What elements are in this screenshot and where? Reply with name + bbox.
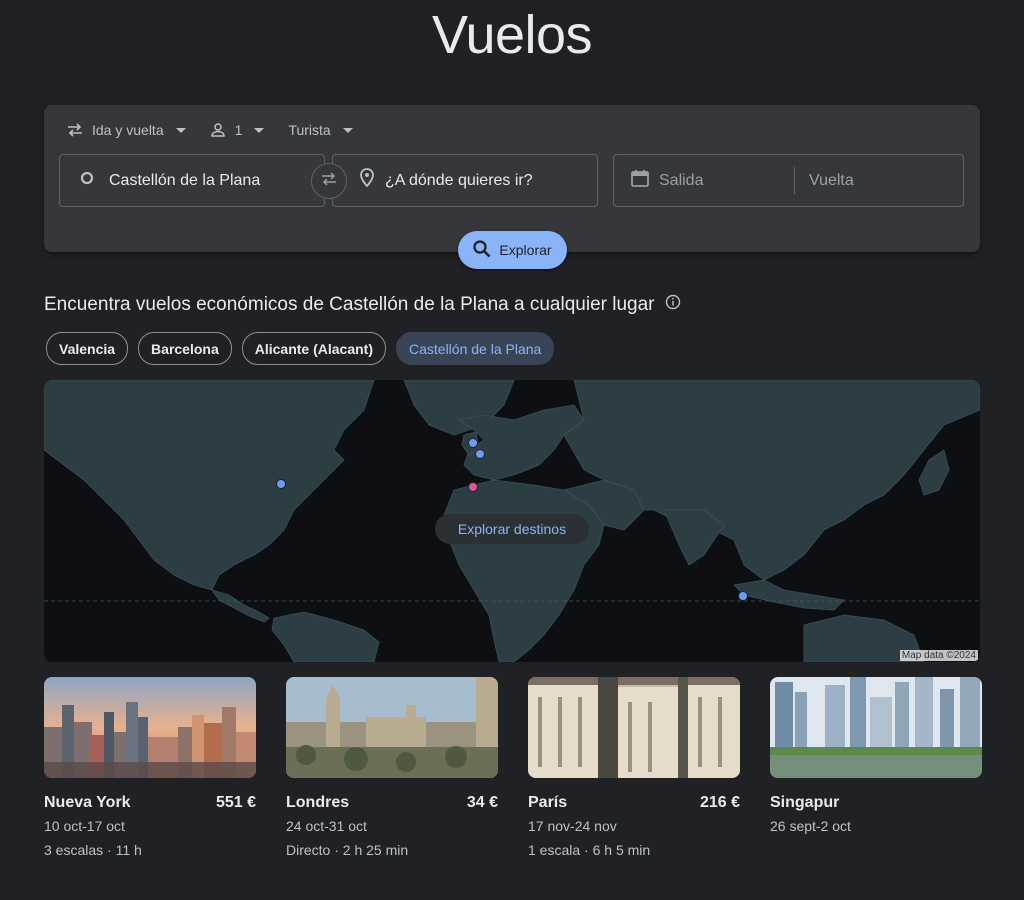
- destination-details: 1 escala · 6 h 5 min: [528, 842, 651, 858]
- dates-field[interactable]: Salida Vuelta: [613, 154, 964, 207]
- cabin-class-label: Turista: [288, 122, 331, 138]
- chevron-down-icon: [254, 127, 265, 133]
- section-title: Encuentra vuelos económicos de Castellón…: [44, 294, 655, 315]
- destination-card-singapore[interactable]: Singapur 26 sept-2 oct: [770, 677, 982, 858]
- search-icon: [473, 239, 491, 261]
- destination-placeholder: ¿A dónde quieres ir?: [385, 171, 533, 189]
- info-icon[interactable]: [665, 294, 681, 316]
- person-icon: [210, 122, 226, 138]
- destination-field[interactable]: ¿A dónde quieres ir?: [332, 154, 598, 207]
- london-image: [286, 677, 498, 778]
- map-pin-singapore[interactable]: [738, 591, 748, 601]
- destination-card-paris[interactable]: París 216 € 17 nov-24 nov 1 escala · 6 h…: [528, 677, 740, 858]
- swap-button[interactable]: [311, 163, 347, 199]
- calendar-icon: [630, 168, 650, 193]
- explore-destinations-button[interactable]: Explorar destinos: [435, 514, 589, 544]
- destination-cards: Nueva York 551 € 10 oct-17 oct 3 escalas…: [44, 677, 982, 858]
- chip-castellon[interactable]: Castellón de la Plana: [396, 332, 555, 365]
- chip-alicante[interactable]: Alicante (Alacant): [241, 332, 386, 365]
- map-pin-paris[interactable]: [475, 449, 485, 459]
- page-title: Vuelos: [431, 5, 593, 65]
- cabin-class-select[interactable]: Turista: [288, 122, 353, 138]
- origin-value: Castellón de la Plana: [109, 171, 261, 189]
- chevron-down-icon: [342, 127, 353, 133]
- destination-details: 3 escalas · 11 h: [44, 842, 142, 858]
- swap-icon: [319, 171, 339, 192]
- origin-chips: Valencia Barcelona Alicante (Alacant) Ca…: [46, 332, 555, 365]
- map-pin-new-york[interactable]: [276, 479, 286, 489]
- destination-price: 216 €: [699, 794, 740, 811]
- destination-price: 34 €: [466, 794, 498, 811]
- section-heading: Encuentra vuelos económicos de Castellón…: [44, 294, 681, 316]
- search-card: Ida y vuelta 1 Turista Castellón de la P…: [44, 105, 980, 252]
- destination-dates: 26 sept-2 oct: [770, 818, 851, 834]
- map-pin-london[interactable]: [468, 438, 478, 448]
- round-trip-icon: [66, 122, 84, 138]
- date-divider: [794, 167, 795, 194]
- destination-card-london[interactable]: Londres 34 € 24 oct-31 oct Directo · 2 h…: [286, 677, 498, 858]
- trip-type-label: Ida y vuelta: [92, 122, 164, 138]
- location-pin-icon: [359, 168, 375, 193]
- return-date-input[interactable]: Vuelta: [809, 172, 854, 190]
- map-pin-origin: [468, 482, 478, 492]
- destination-city: París: [528, 794, 568, 811]
- paris-image: [528, 677, 740, 778]
- departure-date-input[interactable]: Salida: [659, 172, 794, 190]
- destination-dates: 10 oct-17 oct: [44, 818, 125, 834]
- chevron-down-icon: [175, 127, 186, 133]
- explore-button[interactable]: Explorar: [458, 231, 567, 269]
- destination-city: Nueva York: [44, 794, 131, 811]
- destination-dates: 17 nov-24 nov: [528, 818, 617, 834]
- destination-city: Singapur: [770, 794, 840, 811]
- chip-barcelona[interactable]: Barcelona: [138, 332, 232, 365]
- explore-button-label: Explorar: [499, 242, 552, 258]
- destination-price: 551 €: [215, 794, 256, 811]
- destination-dates: 24 oct-31 oct: [286, 818, 367, 834]
- trip-options: Ida y vuelta 1 Turista: [66, 119, 353, 141]
- chip-valencia[interactable]: Valencia: [46, 332, 129, 365]
- map-attribution: Map data ©2024: [899, 650, 978, 661]
- trip-type-select[interactable]: Ida y vuelta: [66, 122, 186, 138]
- destination-details: Directo · 2 h 25 min: [286, 842, 409, 858]
- new-york-image: [44, 677, 256, 778]
- singapore-image: [770, 677, 982, 778]
- destinations-map[interactable]: Explorar destinos Map data ©2024: [44, 380, 980, 662]
- origin-circle-icon: [80, 171, 94, 190]
- destination-city: Londres: [286, 794, 350, 811]
- passengers-select[interactable]: 1: [210, 122, 265, 138]
- destination-card-new-york[interactable]: Nueva York 551 € 10 oct-17 oct 3 escalas…: [44, 677, 256, 858]
- origin-field[interactable]: Castellón de la Plana: [59, 154, 325, 207]
- passengers-count: 1: [234, 122, 243, 138]
